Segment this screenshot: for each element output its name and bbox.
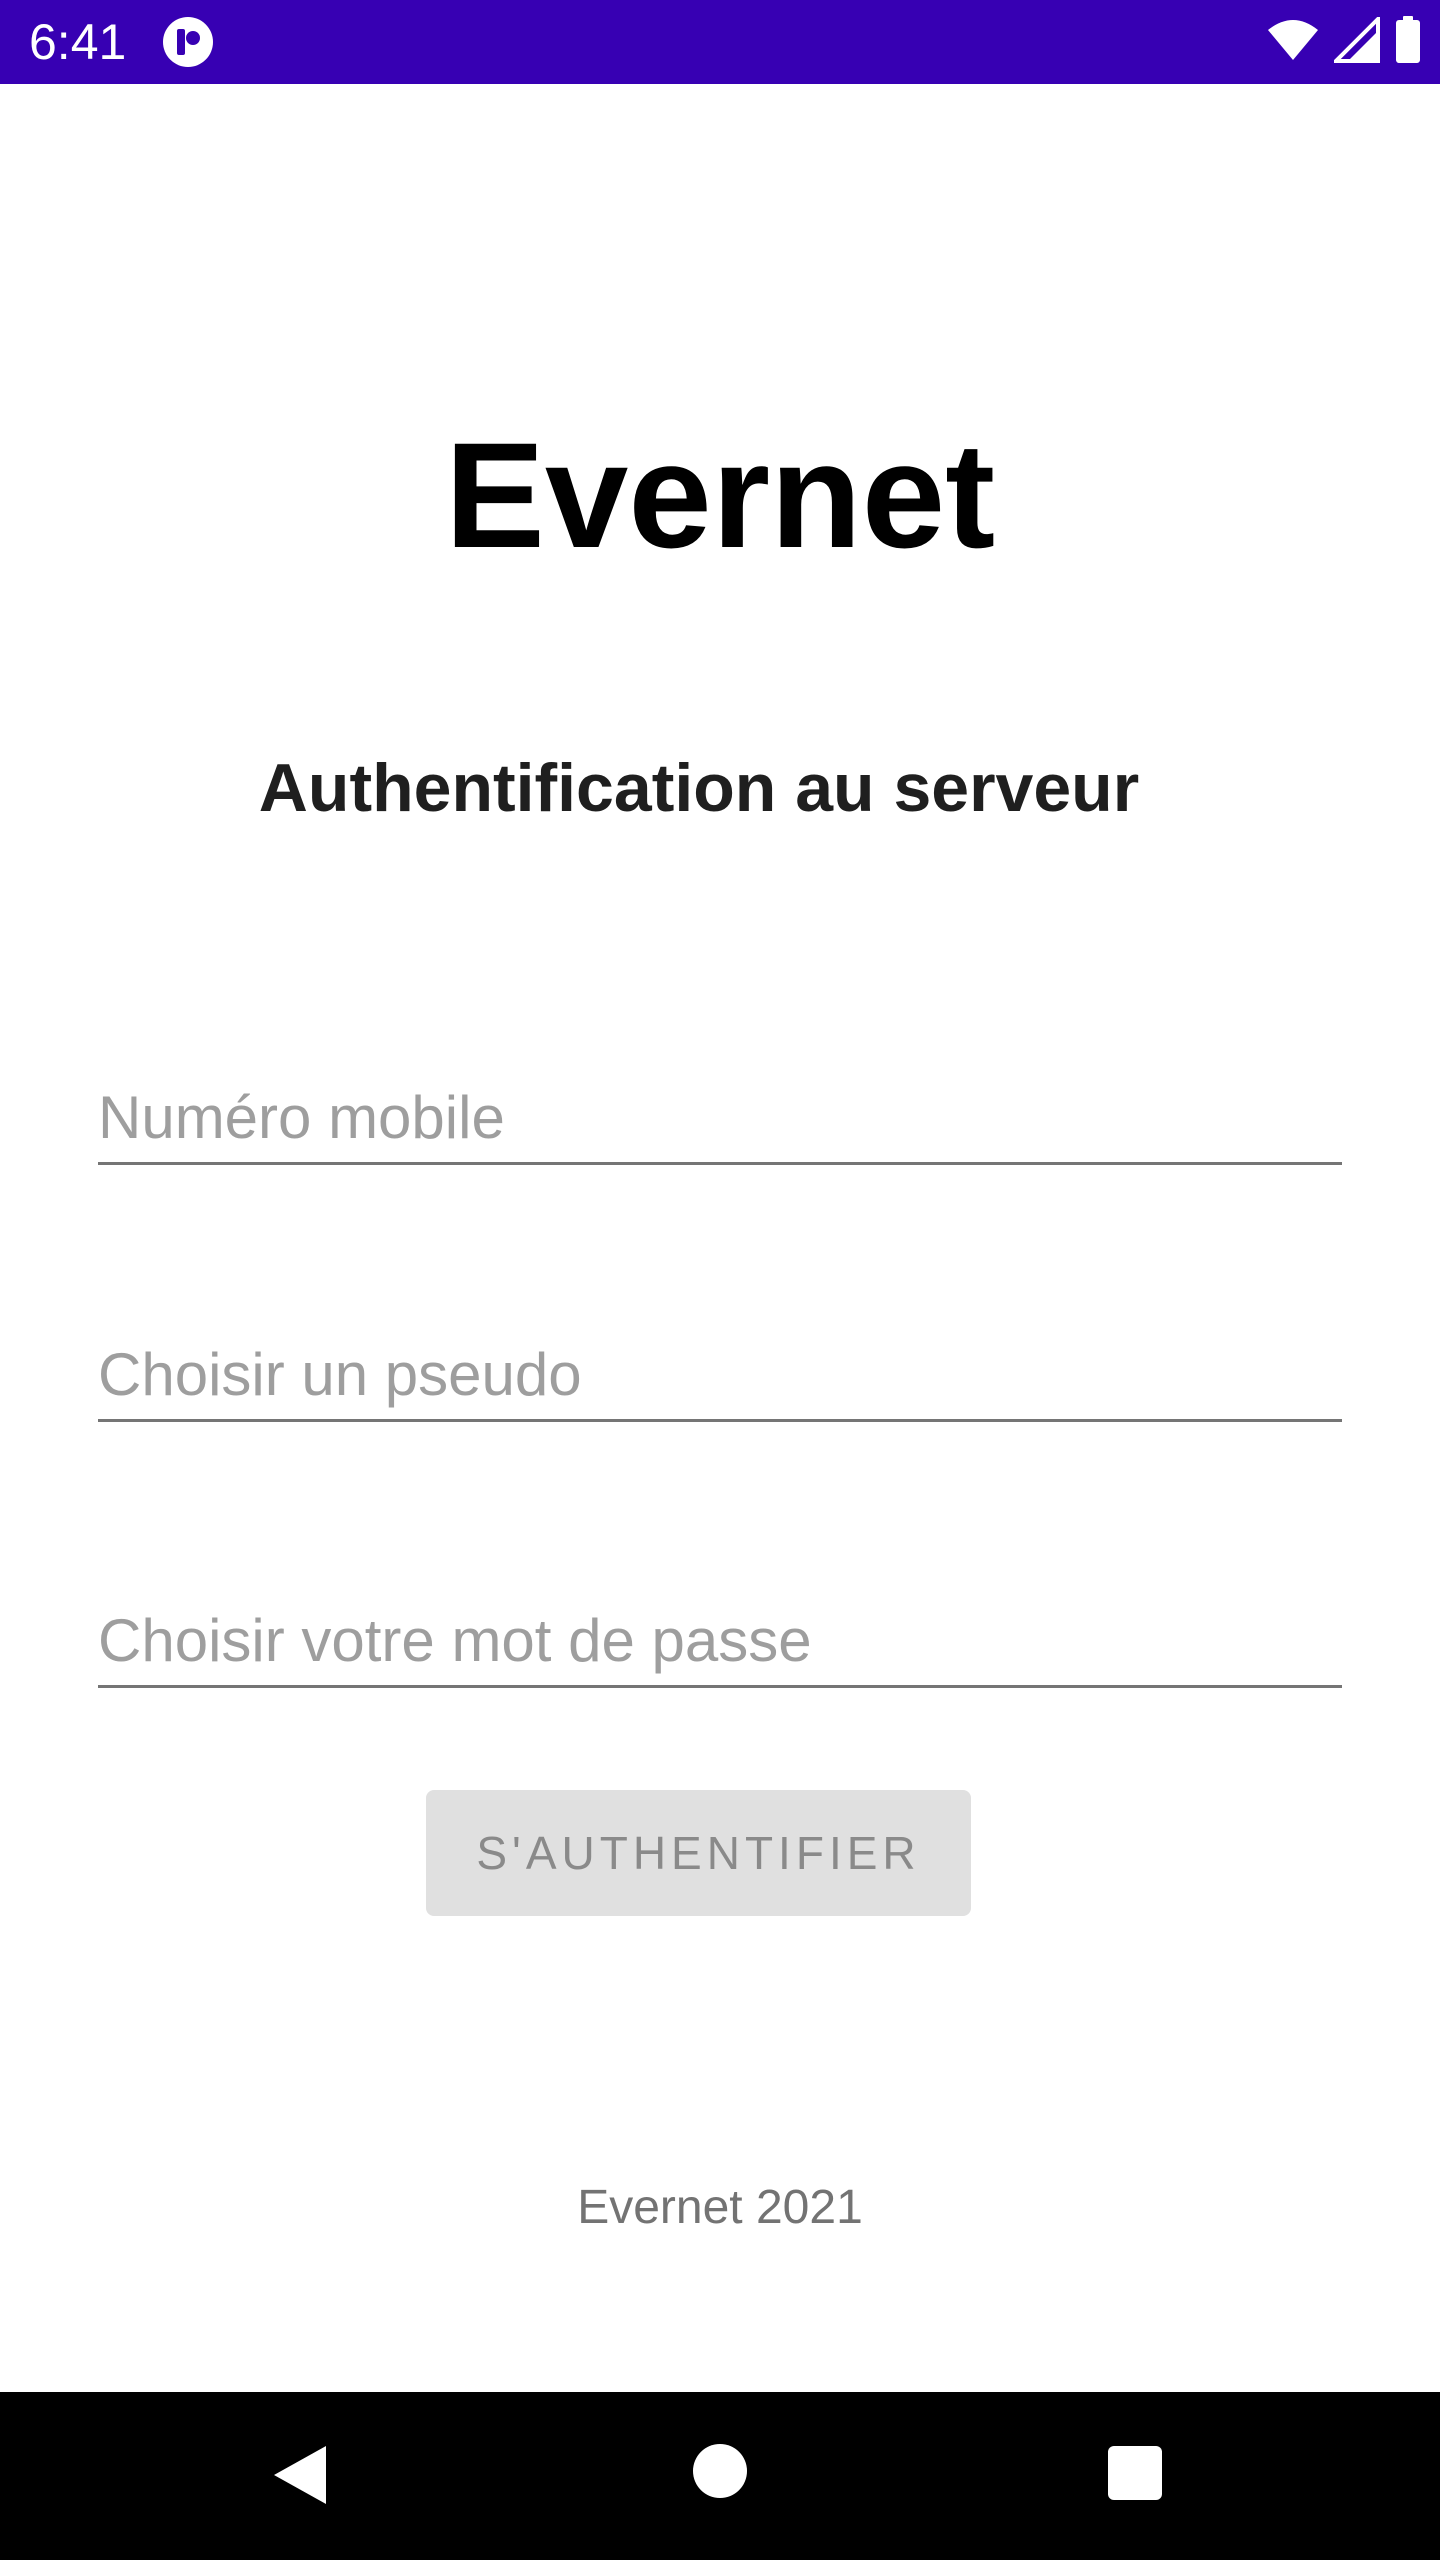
battery-icon	[1394, 15, 1422, 69]
back-icon[interactable]	[270, 2442, 330, 2508]
phone-field[interactable]	[98, 1055, 1342, 1165]
app-title: Evernet	[444, 411, 996, 579]
navigation-bar	[0, 2392, 1440, 2560]
page-subtitle: Authentification au serveur	[258, 750, 1140, 826]
status-time: 6:41	[29, 14, 127, 70]
login-screen: 6:41 Evernet Authentification au serveur…	[0, 0, 1440, 2560]
recents-icon[interactable]	[1108, 2446, 1162, 2500]
status-bar: 6:41	[0, 0, 1440, 84]
pseudo-field[interactable]	[98, 1312, 1342, 1422]
signal-icon	[1331, 13, 1380, 68]
password-input[interactable]	[98, 1606, 1342, 1675]
phone-input[interactable]	[98, 1083, 1342, 1152]
home-icon[interactable]	[693, 2444, 747, 2498]
pseudo-input[interactable]	[98, 1340, 1342, 1409]
status-icons	[1266, 13, 1422, 69]
footer-text: Evernet 2021	[577, 2181, 863, 2234]
app-notification-icon	[162, 16, 214, 68]
password-field[interactable]	[98, 1578, 1342, 1688]
wifi-icon	[1266, 18, 1320, 67]
authenticate-button[interactable]: S'AUTHENTIFIER	[426, 1790, 971, 1916]
